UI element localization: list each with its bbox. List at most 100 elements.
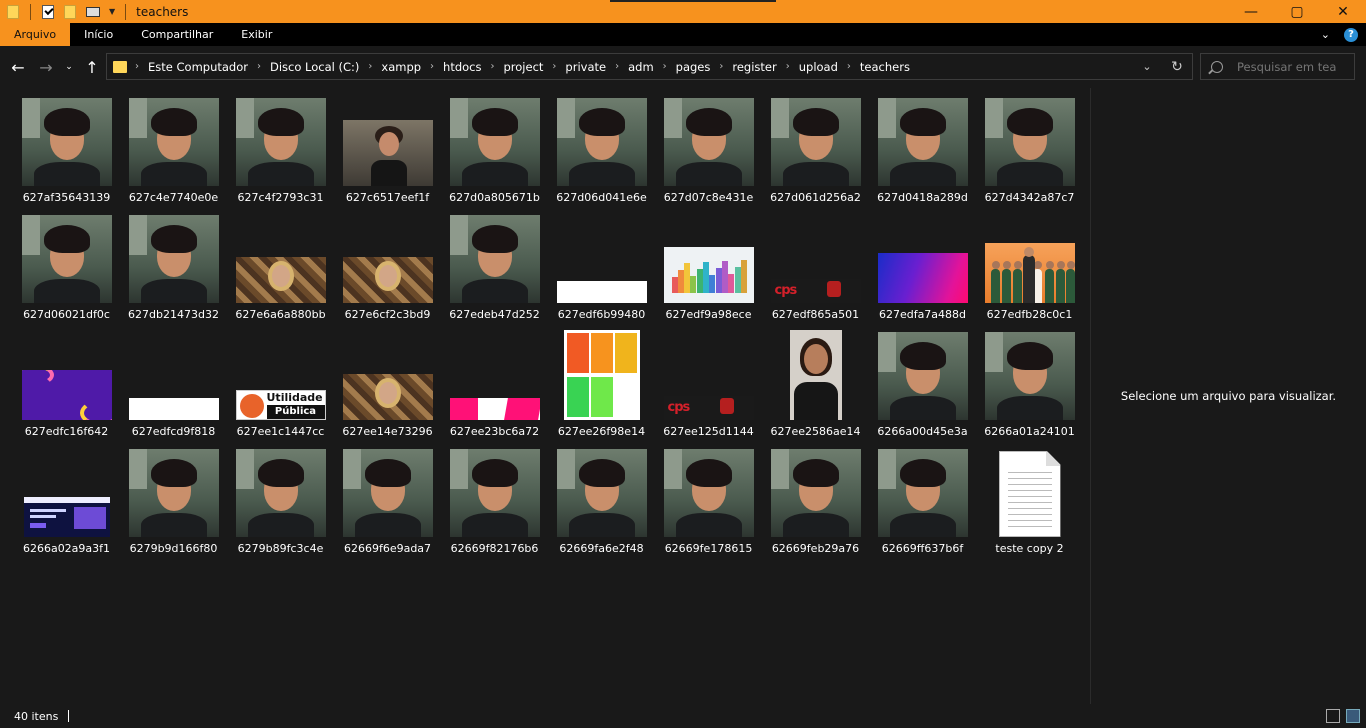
file-item[interactable]: Utilidade Pública 627ee1c1447cc	[227, 328, 334, 445]
file-item[interactable]: 627db21473d32	[120, 211, 227, 328]
refresh-icon[interactable]: ↻	[1162, 59, 1192, 75]
file-item[interactable]: 627ee2586ae14	[762, 328, 869, 445]
file-name: 627c4f2793c31	[237, 191, 324, 204]
breadcrumb-item[interactable]: xampp	[381, 60, 421, 74]
file-item[interactable]: 627edfcd9f818	[120, 328, 227, 445]
breadcrumb-separator-icon[interactable]: ›	[257, 61, 261, 72]
file-item[interactable]: 627c4f2793c31	[227, 94, 334, 211]
shirt-shape	[996, 162, 1063, 186]
tab-arquivo[interactable]: Arquivo	[0, 23, 71, 46]
file-item[interactable]: 62669fe178615	[655, 445, 762, 562]
breadcrumb-separator-icon[interactable]: ›	[430, 61, 434, 72]
file-item[interactable]: cps 627ee125d1144	[655, 328, 762, 445]
file-item[interactable]: 627e6cf2c3bd9	[334, 211, 441, 328]
shirt-shape	[461, 279, 528, 303]
file-item[interactable]: 627edfa7a488d	[869, 211, 976, 328]
file-item[interactable]: 6279b9d166f80	[120, 445, 227, 562]
file-item[interactable]: 62669fa6e2f48	[548, 445, 655, 562]
shirt-shape	[782, 162, 849, 186]
close-button[interactable]: ✕	[1320, 0, 1366, 23]
file-item[interactable]: 627c4e7740e0e	[120, 94, 227, 211]
forward-arrow-icon[interactable]: →	[34, 55, 58, 79]
file-item[interactable]: 627d0418a289d	[869, 94, 976, 211]
breadcrumb-item[interactable]: pages	[676, 60, 711, 74]
file-item[interactable]: 62669f82176b6	[441, 445, 548, 562]
file-item[interactable]: 627d07c8e431e	[655, 94, 762, 211]
breadcrumb-item[interactable]: project	[504, 60, 544, 74]
file-item[interactable]: 627edfc16f642	[13, 328, 120, 445]
new-folder-icon[interactable]	[64, 4, 76, 19]
breadcrumb-item[interactable]: teachers	[860, 60, 910, 74]
tab-compartilhar[interactable]: Compartilhar	[127, 23, 227, 46]
file-item[interactable]: teste copy 2	[976, 445, 1083, 562]
file-item[interactable]: 627d0a805671b	[441, 94, 548, 211]
breadcrumb-separator-icon[interactable]: ›	[719, 61, 723, 72]
expand-ribbon-chevron-icon[interactable]: ⌄	[1321, 28, 1330, 41]
search-input[interactable]	[1237, 59, 1337, 74]
recent-locations-chevron-icon[interactable]: ⌄	[62, 55, 76, 79]
up-arrow-icon[interactable]: ↑	[80, 55, 104, 79]
search-box[interactable]	[1200, 53, 1355, 80]
file-item[interactable]: 627e6a6a880bb	[227, 211, 334, 328]
file-item[interactable]: 6266a02a9a3f1	[13, 445, 120, 562]
file-item[interactable]: 627ee26f98e14	[548, 328, 655, 445]
quick-access-toolbar: ▼	[0, 0, 132, 23]
selfie-thumbnail	[128, 215, 219, 303]
file-item[interactable]: 627ee14e73296	[334, 328, 441, 445]
file-item[interactable]: 62669feb29a76	[762, 445, 869, 562]
file-item[interactable]: 6266a00d45e3a	[869, 328, 976, 445]
breadcrumb-item[interactable]: Este Computador	[148, 60, 248, 74]
help-icon[interactable]: ?	[1344, 27, 1358, 42]
file-item[interactable]: 627af35643139	[13, 94, 120, 211]
maximize-button[interactable]: ▢	[1274, 0, 1320, 23]
details-view-icon[interactable]	[1326, 709, 1340, 723]
file-item[interactable]: 6279b89fc3c4e	[227, 445, 334, 562]
breadcrumb-item[interactable]: upload	[799, 60, 838, 74]
breadcrumb-separator-icon[interactable]: ›	[786, 61, 790, 72]
file-item[interactable]: 62669f6e9ada7	[334, 445, 441, 562]
color-swatch	[566, 377, 589, 417]
large-icons-view-icon[interactable]	[1346, 709, 1360, 723]
file-name: 627c6517eef1f	[345, 191, 430, 204]
cps-logo-text: cps	[774, 283, 798, 298]
tab-inicio[interactable]: Início	[70, 23, 127, 46]
hair-shape	[257, 459, 304, 487]
file-item[interactable]: 62669ff637b6f	[869, 445, 976, 562]
shirt-shape	[782, 513, 849, 537]
address-history-chevron-icon[interactable]: ⌄	[1132, 60, 1162, 73]
breadcrumb-item[interactable]: adm	[628, 60, 654, 74]
breadcrumb-item[interactable]: htdocs	[443, 60, 481, 74]
minimize-button[interactable]: —	[1228, 0, 1274, 23]
breadcrumb-separator-icon[interactable]: ›	[552, 61, 556, 72]
file-item[interactable]: 627c6517eef1f	[334, 94, 441, 211]
breadcrumb-separator-icon[interactable]: ›	[135, 61, 139, 72]
breadcrumb-separator-icon[interactable]: ›	[615, 61, 619, 72]
file-item[interactable]: 627edeb47d252	[441, 211, 548, 328]
file-item[interactable]: 627edfb28c0c1	[976, 211, 1083, 328]
rename-icon[interactable]	[86, 6, 100, 17]
thumbnail	[980, 445, 1080, 537]
properties-check-icon[interactable]	[42, 4, 54, 19]
file-item[interactable]: 627d061d256a2	[762, 94, 869, 211]
tab-exibir[interactable]: Exibir	[227, 23, 286, 46]
breadcrumb-item[interactable]: register	[732, 60, 776, 74]
breadcrumb-separator-icon[interactable]: ›	[491, 61, 495, 72]
file-item[interactable]: 627edf9a98ece	[655, 211, 762, 328]
chart-bar-shape	[734, 267, 741, 293]
file-item[interactable]: 627edf6b99480	[548, 211, 655, 328]
file-item[interactable]: 627d06021df0c	[13, 211, 120, 328]
address-bar[interactable]: › Este Computador › Disco Local (C:) › xampp…	[106, 53, 1193, 80]
back-arrow-icon[interactable]: ←	[6, 55, 30, 79]
file-item[interactable]: cps 627edf865a501	[762, 211, 869, 328]
breadcrumb-separator-icon[interactable]: ›	[663, 61, 667, 72]
breadcrumb-item[interactable]: private	[565, 60, 606, 74]
breadcrumb-separator-icon[interactable]: ›	[847, 61, 851, 72]
customize-dropdown-icon[interactable]: ▼	[109, 7, 115, 16]
file-name: 62669ff637b6f	[881, 542, 964, 555]
file-item[interactable]: 6266a01a24101	[976, 328, 1083, 445]
file-item[interactable]: 627d06d041e6e	[548, 94, 655, 211]
breadcrumb-item[interactable]: Disco Local (C:)	[270, 60, 359, 74]
breadcrumb-separator-icon[interactable]: ›	[368, 61, 372, 72]
file-item[interactable]: 627d4342a87c7	[976, 94, 1083, 211]
file-item[interactable]: 627ee23bc6a72	[441, 328, 548, 445]
